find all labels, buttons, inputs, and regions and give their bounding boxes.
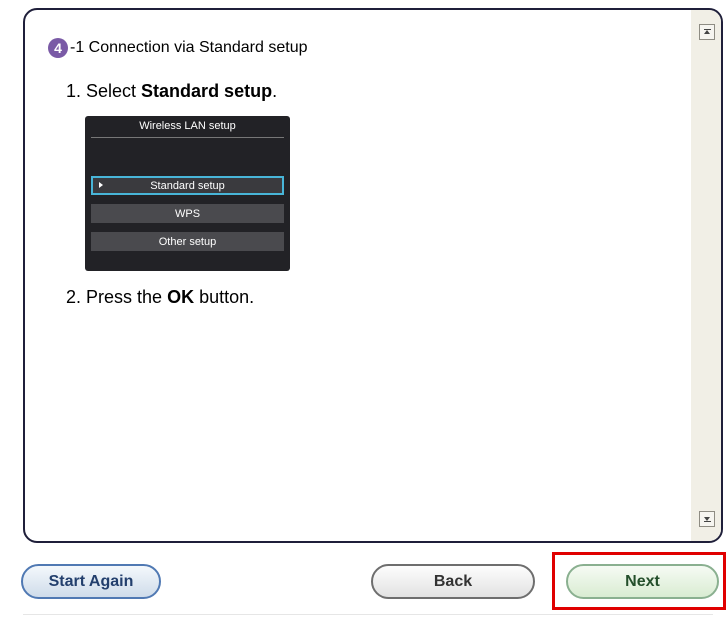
scroll-down-icon[interactable] bbox=[699, 511, 715, 527]
selection-arrow-icon bbox=[99, 182, 103, 188]
printer-option-standard-setup: Standard setup bbox=[91, 176, 284, 195]
printer-screen-image: Wireless LAN setup Standard setup WPS Ot… bbox=[85, 116, 290, 271]
step-number-badge: 4 bbox=[48, 38, 68, 58]
instruction-1-bold: Standard setup bbox=[141, 81, 273, 101]
instruction-2-prefix: 2. Press the bbox=[66, 287, 168, 307]
printer-option-other-setup: Other setup bbox=[91, 232, 284, 251]
printer-option-label: Standard setup bbox=[150, 179, 225, 192]
printer-option-label: Other setup bbox=[158, 235, 217, 248]
instruction-1-prefix: 1. Select bbox=[66, 81, 142, 101]
instruction-2-bold: OK bbox=[167, 287, 195, 307]
instruction-1: 1. Select Standard setup. bbox=[66, 81, 277, 102]
content-panel: 4 -1 Connection via Standard setup 1. Se… bbox=[23, 8, 723, 543]
step-heading: 4 -1 Connection via Standard setup bbox=[48, 38, 307, 58]
scroll-up-icon[interactable] bbox=[699, 24, 715, 40]
printer-screen-title: Wireless LAN setup bbox=[139, 120, 236, 132]
bottom-divider bbox=[23, 614, 713, 615]
printer-option-label: WPS bbox=[174, 207, 201, 220]
instruction-1-suffix: . bbox=[272, 81, 278, 101]
instruction-2-suffix: button. bbox=[194, 287, 255, 307]
step-heading-text: -1 Connection via Standard setup bbox=[70, 39, 308, 56]
back-button[interactable]: Back bbox=[371, 564, 535, 599]
printer-option-wps: WPS bbox=[91, 204, 284, 223]
vertical-scrollbar[interactable] bbox=[691, 10, 721, 541]
start-again-button[interactable]: Start Again bbox=[21, 564, 161, 599]
printer-screen-divider bbox=[91, 137, 284, 138]
instruction-2: 2. Press the OK button. bbox=[66, 287, 254, 308]
next-button-highlight bbox=[552, 552, 726, 610]
